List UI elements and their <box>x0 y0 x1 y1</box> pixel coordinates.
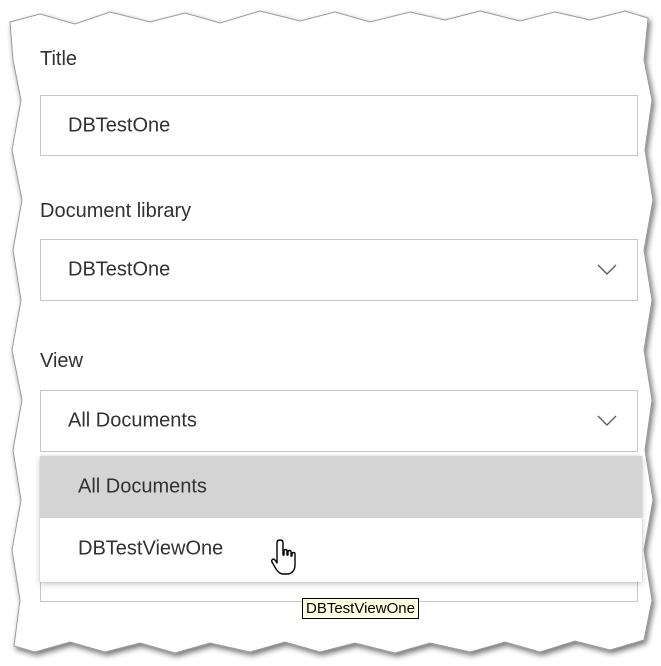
view-dropdown-value: All Documents <box>68 409 197 432</box>
view-option-dbtestviewone[interactable]: DBTestViewOne <box>40 518 642 580</box>
document-library-dropdown[interactable]: DBTestOne <box>40 239 638 301</box>
tooltip: DBTestViewOne <box>302 598 419 619</box>
view-label: View <box>40 350 83 372</box>
chevron-down-icon <box>597 264 617 275</box>
title-input[interactable]: DBTestOne <box>40 95 638 156</box>
view-option-label: All Documents <box>78 475 207 498</box>
title-input-value: DBTestOne <box>68 114 171 136</box>
document-library-label: Document library <box>40 200 192 222</box>
view-option-label: DBTestViewOne <box>78 537 224 560</box>
form-panel: Title DBTestOne Document library DBTestO… <box>0 0 661 666</box>
view-options-list: All Documents DBTestViewOne <box>40 456 642 582</box>
document-library-value: DBTestOne <box>68 258 171 281</box>
chevron-down-icon <box>597 415 617 426</box>
view-dropdown[interactable]: All Documents <box>40 390 638 452</box>
view-option-all-documents[interactable]: All Documents <box>40 456 642 518</box>
hand-pointer-icon <box>271 539 296 575</box>
title-label: Title <box>40 48 78 70</box>
